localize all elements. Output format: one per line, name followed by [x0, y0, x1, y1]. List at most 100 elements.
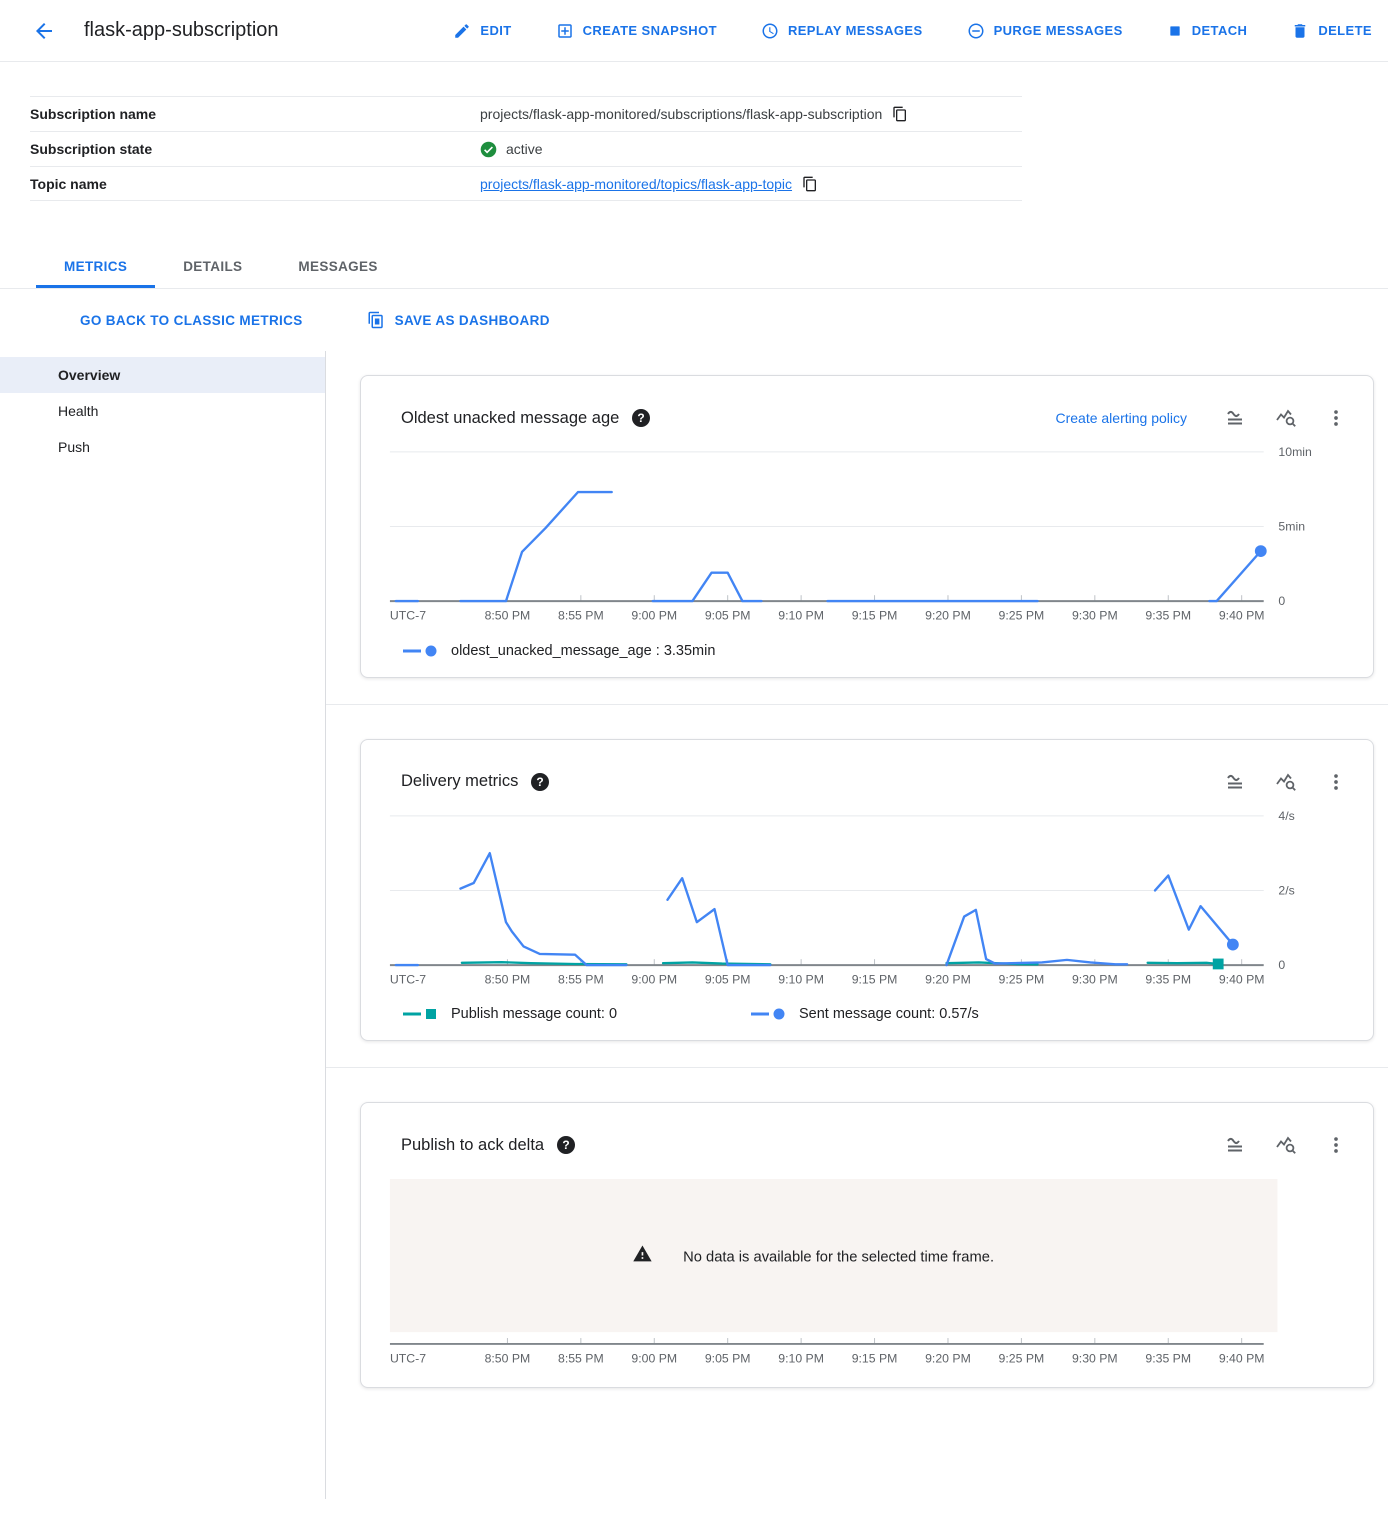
- replay-messages-label: REPLAY MESSAGES: [788, 23, 923, 38]
- detach-label: DETACH: [1192, 23, 1248, 38]
- svg-text:9:35 PM: 9:35 PM: [1145, 972, 1191, 986]
- tab-bar: METRICS DETAILS MESSAGES: [0, 245, 1388, 289]
- subscription-info-table: Subscription name projects/flask-app-mon…: [30, 96, 1022, 201]
- tab-details[interactable]: DETAILS: [155, 245, 270, 288]
- svg-text:9:00 PM: 9:00 PM: [631, 972, 677, 986]
- svg-text:?: ?: [562, 1138, 569, 1152]
- chart-title: Publish to ack delta: [401, 1136, 544, 1155]
- legend-marker: [403, 1006, 439, 1022]
- page-title: flask-app-subscription: [84, 19, 279, 42]
- tab-messages[interactable]: MESSAGES: [270, 245, 405, 288]
- svg-text:9:00 PM: 9:00 PM: [631, 1352, 677, 1366]
- pencil-icon: [453, 22, 471, 40]
- svg-text:4/s: 4/s: [1278, 808, 1294, 822]
- svg-text:9:40 PM: 9:40 PM: [1219, 609, 1265, 623]
- section-divider: [326, 1067, 1388, 1068]
- purge-messages-button[interactable]: PURGE MESSAGES: [967, 22, 1123, 40]
- subscription-state-label: Subscription state: [30, 141, 480, 157]
- svg-text:0: 0: [1278, 958, 1285, 972]
- waves-icon[interactable]: [1223, 1133, 1247, 1157]
- chart-card-delivery-metrics: Delivery metrics ? 02/s4/sU: [360, 739, 1374, 1042]
- active-check-icon: [480, 141, 497, 158]
- help-icon[interactable]: ?: [531, 773, 549, 791]
- subscription-name-value: projects/flask-app-monitored/subscriptio…: [480, 106, 882, 122]
- back-arrow-icon: [32, 19, 56, 43]
- svg-text:UTC-7: UTC-7: [390, 972, 426, 986]
- help-icon[interactable]: ?: [557, 1136, 575, 1154]
- detach-button[interactable]: DETACH: [1167, 23, 1248, 39]
- svg-text:2/s: 2/s: [1278, 883, 1294, 897]
- copy-subscription-name-button[interactable]: [892, 106, 908, 122]
- back-button[interactable]: [30, 17, 58, 45]
- save-dashboard-label: SAVE AS DASHBOARD: [395, 313, 550, 328]
- svg-text:9:10 PM: 9:10 PM: [778, 1352, 824, 1366]
- svg-text:UTC-7: UTC-7: [390, 609, 426, 623]
- copy-topic-name-button[interactable]: [802, 176, 818, 192]
- svg-text:9:10 PM: 9:10 PM: [778, 609, 824, 623]
- metrics-content: Oldest unacked message age ? Create aler…: [326, 351, 1388, 1499]
- svg-text:9:30 PM: 9:30 PM: [1072, 609, 1118, 623]
- query-stats-icon[interactable]: [1274, 770, 1298, 794]
- dashboard-copy-icon: [367, 311, 385, 329]
- svg-text:9:20 PM: 9:20 PM: [925, 972, 971, 986]
- svg-text:UTC-7: UTC-7: [390, 1352, 426, 1366]
- svg-text:8:50 PM: 8:50 PM: [485, 609, 531, 623]
- legend-item-sent-count[interactable]: Sent message count: 0.57/s: [751, 1006, 979, 1022]
- save-as-dashboard-button[interactable]: SAVE AS DASHBOARD: [367, 311, 550, 329]
- create-snapshot-button[interactable]: CREATE SNAPSHOT: [556, 22, 717, 40]
- metrics-subtoolbar: GO BACK TO CLASSIC METRICS SAVE AS DASHB…: [0, 289, 1388, 351]
- classic-metrics-label: GO BACK TO CLASSIC METRICS: [80, 313, 303, 328]
- subscription-state-value: active: [506, 141, 543, 157]
- svg-text:9:15 PM: 9:15 PM: [852, 609, 898, 623]
- legend-marker: [751, 1006, 787, 1022]
- svg-text:9:40 PM: 9:40 PM: [1219, 1352, 1265, 1366]
- subscription-state-row: Subscription state active: [30, 131, 1022, 166]
- help-icon[interactable]: ?: [632, 409, 650, 427]
- sidebar-item-health[interactable]: Health: [0, 393, 325, 429]
- replay-messages-button[interactable]: REPLAY MESSAGES: [761, 22, 923, 40]
- go-back-classic-metrics-link[interactable]: GO BACK TO CLASSIC METRICS: [80, 313, 303, 328]
- create-alerting-policy-link[interactable]: Create alerting policy: [1055, 410, 1187, 426]
- svg-text:9:25 PM: 9:25 PM: [999, 972, 1045, 986]
- svg-text:9:05 PM: 9:05 PM: [705, 609, 751, 623]
- purge-messages-label: PURGE MESSAGES: [994, 23, 1123, 38]
- trash-icon: [1291, 22, 1309, 40]
- more-vert-icon[interactable]: [1325, 771, 1347, 793]
- chart-title: Oldest unacked message age: [401, 409, 619, 428]
- svg-text:9:35 PM: 9:35 PM: [1145, 609, 1191, 623]
- svg-text:9:30 PM: 9:30 PM: [1072, 972, 1118, 986]
- waves-icon[interactable]: [1223, 406, 1247, 430]
- toolbar-actions: EDIT CREATE SNAPSHOT REPLAY MESSAGES PUR…: [453, 22, 1372, 40]
- legend-label: Publish message count: 0: [451, 1006, 617, 1022]
- svg-text:9:00 PM: 9:00 PM: [631, 609, 677, 623]
- delete-button[interactable]: DELETE: [1291, 22, 1372, 40]
- svg-text:9:10 PM: 9:10 PM: [778, 972, 824, 986]
- svg-text:No data is available for the s: No data is available for the selected ti…: [683, 1249, 994, 1265]
- svg-text:9:35 PM: 9:35 PM: [1145, 1352, 1191, 1366]
- svg-text:9:25 PM: 9:25 PM: [999, 609, 1045, 623]
- topic-link[interactable]: projects/flask-app-monitored/topics/flas…: [480, 176, 792, 192]
- edit-button[interactable]: EDIT: [453, 22, 511, 40]
- copy-icon: [892, 106, 908, 122]
- chart-card-oldest-unacked-message-age: Oldest unacked message age ? Create aler…: [360, 375, 1374, 678]
- more-vert-icon[interactable]: [1325, 407, 1347, 429]
- query-stats-icon[interactable]: [1274, 1133, 1298, 1157]
- remove-circle-icon: [967, 22, 985, 40]
- tab-metrics[interactable]: METRICS: [36, 245, 155, 288]
- svg-text:8:55 PM: 8:55 PM: [558, 1352, 604, 1366]
- svg-text:9:15 PM: 9:15 PM: [852, 1352, 898, 1366]
- legend-item-oldest-unacked[interactable]: oldest_unacked_message_age : 3.35min: [403, 643, 715, 659]
- sidebar-item-push[interactable]: Push: [0, 429, 325, 465]
- chart-legend: Publish message count: 0 Sent message co…: [403, 1006, 1357, 1022]
- legend-item-publish-count[interactable]: Publish message count: 0: [403, 1006, 751, 1022]
- sidebar-item-overview[interactable]: Overview: [0, 357, 325, 393]
- legend-label: Sent message count: 0.57/s: [799, 1006, 979, 1022]
- query-stats-icon[interactable]: [1274, 406, 1298, 430]
- edit-label: EDIT: [480, 23, 511, 38]
- more-vert-icon[interactable]: [1325, 1134, 1347, 1156]
- svg-text:9:15 PM: 9:15 PM: [852, 972, 898, 986]
- chart-card-publish-to-ack-delta: Publish to ack delta ? UTC-: [360, 1102, 1374, 1388]
- delete-label: DELETE: [1318, 23, 1372, 38]
- waves-icon[interactable]: [1223, 770, 1247, 794]
- history-clock-icon: [761, 22, 779, 40]
